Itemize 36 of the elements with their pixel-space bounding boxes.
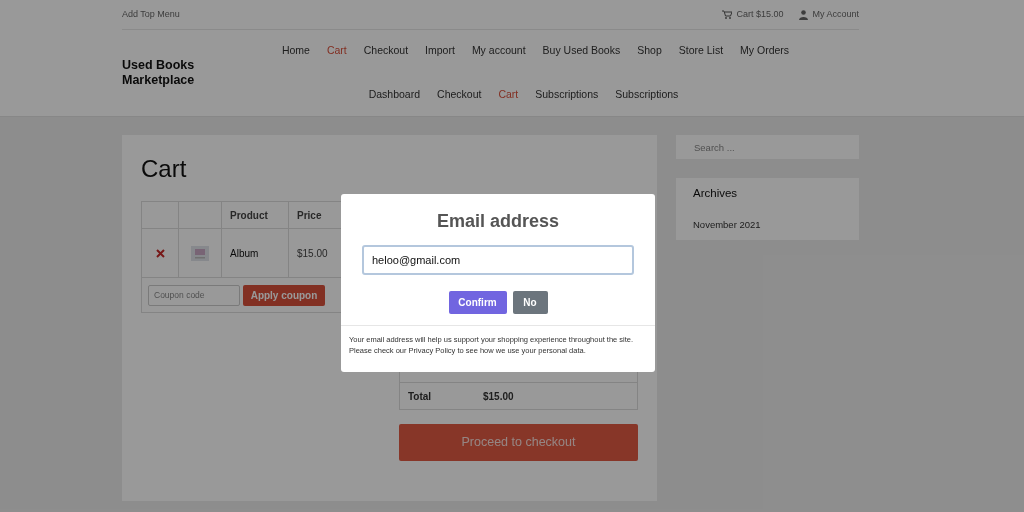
cart-link[interactable]: Cart $15.00: [722, 7, 784, 22]
nav-link[interactable]: Cart: [498, 87, 519, 103]
nav-link[interactable]: Shop: [637, 43, 662, 59]
nav-link[interactable]: My account: [471, 43, 526, 59]
product-name[interactable]: Album: [222, 229, 289, 277]
confirm-button[interactable]: Confirm: [448, 291, 507, 314]
modal-title: Email address: [436, 210, 560, 233]
column-header: Product: [222, 202, 289, 228]
remove-icon[interactable]: [155, 248, 165, 258]
no-button[interactable]: No: [512, 291, 548, 314]
cart-icon: [722, 10, 733, 19]
site-title[interactable]: Used Books Marketplace: [122, 58, 232, 88]
nav-link[interactable]: Store List: [678, 43, 724, 59]
email-field[interactable]: heloo@gmail.com: [362, 245, 634, 275]
nav-link[interactable]: Buy Used Books: [542, 43, 621, 59]
widget-title: Archives: [693, 186, 739, 201]
nav-link[interactable]: Subscriptions: [535, 87, 599, 103]
nav-link[interactable]: Checkout: [363, 43, 409, 59]
page-title: Cart: [141, 154, 188, 184]
nav-link[interactable]: My Orders: [740, 43, 790, 59]
coupon-field[interactable]: Coupon code: [148, 284, 240, 306]
apply-coupon-button[interactable]: Apply coupon: [243, 284, 325, 306]
nav-link[interactable]: Home: [281, 43, 310, 59]
user-icon: [799, 9, 809, 20]
nav-link[interactable]: Checkout: [437, 87, 482, 103]
search-field[interactable]: Search ...: [676, 135, 859, 159]
nav-link[interactable]: Import: [425, 43, 455, 59]
total-value: $15.00: [483, 389, 514, 404]
nav-link[interactable]: Dashboard: [368, 87, 421, 103]
thumbnail-icon[interactable]: [191, 245, 209, 261]
top-menu-text: Add Top Menu: [122, 7, 180, 21]
nav-link[interactable]: Cart: [326, 43, 347, 59]
total-label: Total: [407, 389, 433, 404]
nav-link[interactable]: Subscriptions: [615, 87, 679, 103]
account-link[interactable]: My Account: [799, 7, 859, 22]
archive-link[interactable]: November 2021: [693, 218, 842, 233]
